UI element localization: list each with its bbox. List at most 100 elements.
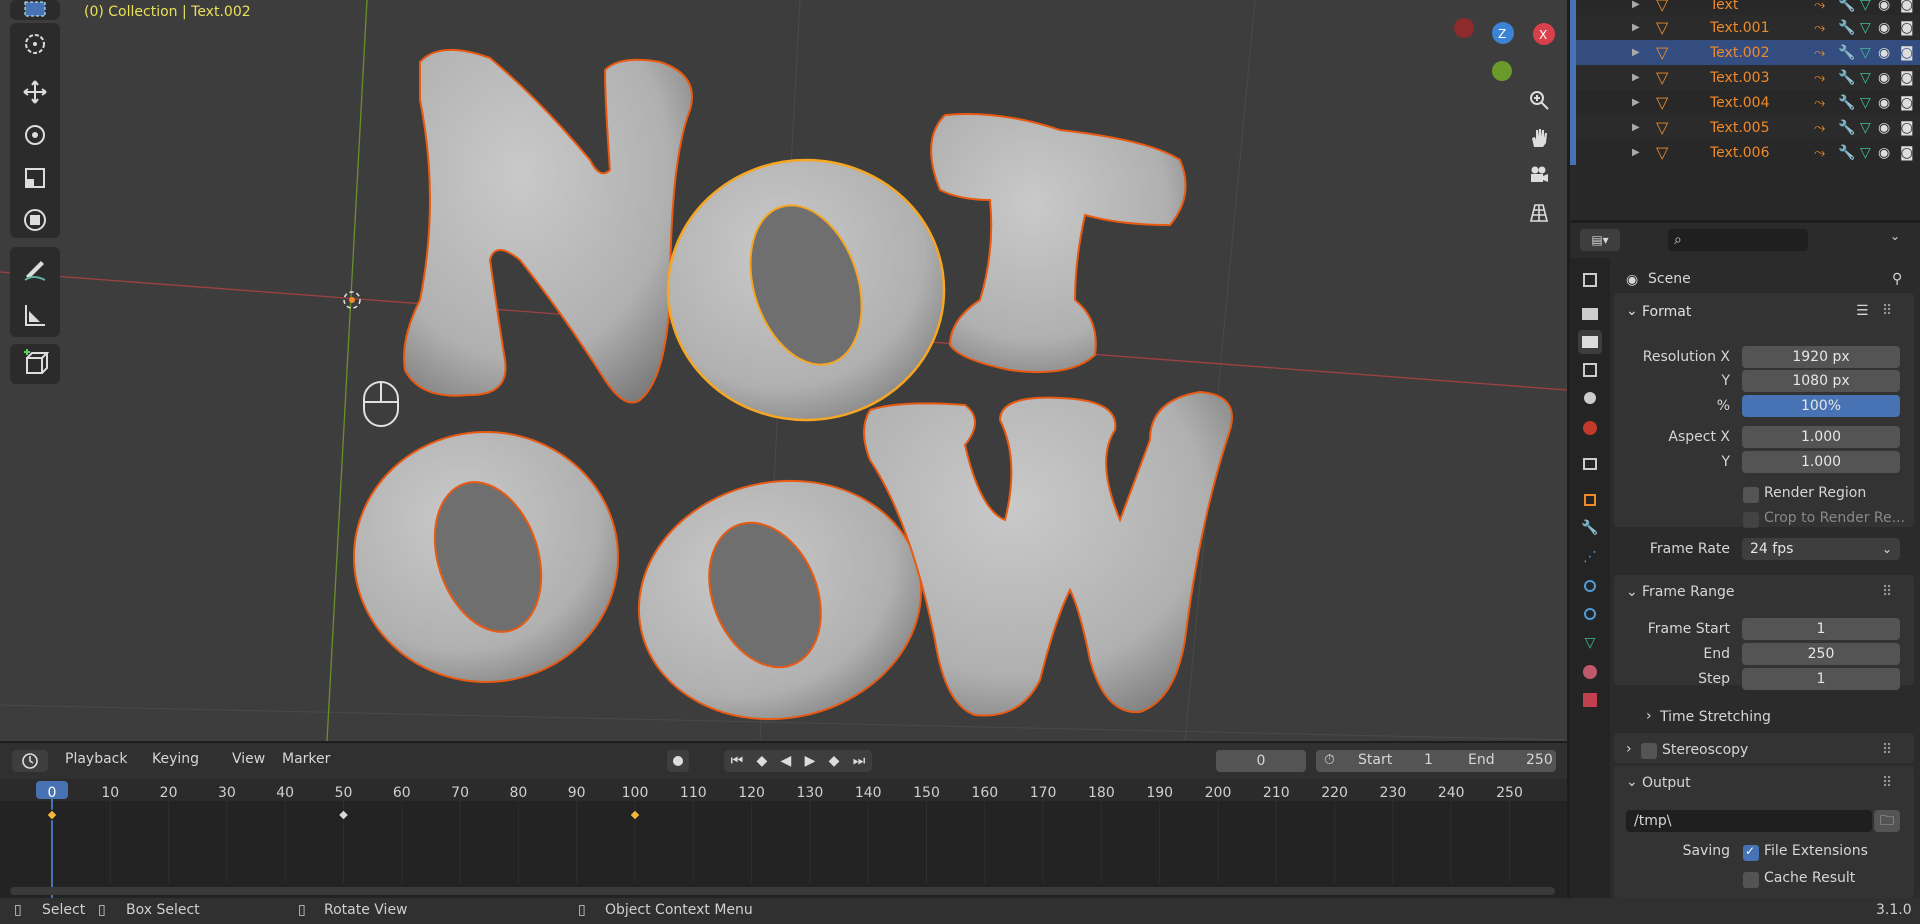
resolution-y-field[interactable]: 1080 px [1742,370,1900,392]
cache-result-checkbox[interactable] [1743,872,1759,888]
drag-handle-icon[interactable]: ⠿ [1882,584,1892,600]
constraints-tab-icon[interactable] [1578,602,1602,626]
menu-keying[interactable]: Keying [152,751,199,767]
expand-arrow-icon[interactable]: ▶ [1632,147,1640,158]
chevron-down-icon[interactable]: ⌄ [1890,229,1900,243]
expand-arrow-icon[interactable]: ▶ [1632,22,1640,33]
format-panel-title[interactable]: Format [1642,304,1691,320]
record-button[interactable] [667,750,689,772]
outliner-row[interactable]: ▶ ▽ Text.006 ⤳ 🔧 ▽ ◉ ◙ [1570,140,1920,165]
data-tab-icon[interactable]: ▽ [1578,631,1602,655]
jump-end-icon[interactable]: ⏭ [853,753,866,769]
chevron-down-icon[interactable]: ⌄ [1626,584,1638,600]
drag-handle-icon[interactable]: ⠿ [1882,775,1892,791]
object-tab-icon[interactable] [1578,488,1602,512]
transform-icon[interactable] [12,200,58,240]
expand-arrow-icon[interactable]: ▶ [1632,72,1640,83]
chevron-right-icon[interactable]: › [1626,741,1632,757]
cursor-icon[interactable] [12,24,58,64]
play-reverse-icon[interactable]: ◀ [781,753,792,769]
editor-type-button[interactable]: ▤▾ [1580,229,1620,251]
file-extensions-checkbox[interactable]: ✓ [1743,844,1759,861]
render-camera-icon[interactable]: ◙ [1900,120,1914,136]
outliner-item-name[interactable]: Text.004 [1710,95,1770,111]
physics-tab-icon[interactable] [1578,574,1602,598]
drag-handle-icon[interactable]: ⠿ [1882,742,1892,758]
outliner-row[interactable]: ▶ ▽ Text.004 ⤳ 🔧 ▽ ◉ ◙ [1570,90,1920,115]
menu-view[interactable]: View [232,751,265,767]
measure-icon[interactable] [12,295,58,335]
rotate-icon[interactable] [12,115,58,155]
render-camera-icon[interactable]: ◙ [1900,95,1914,111]
frame-step-field[interactable]: 1 [1742,668,1900,690]
render-camera-icon[interactable]: ◙ [1900,20,1914,36]
outliner-item-name[interactable]: Text.003 [1710,70,1770,86]
expand-arrow-icon[interactable]: ▶ [1632,47,1640,58]
keyframe-diamond[interactable] [46,809,58,821]
presets-icon[interactable]: ☰ [1856,303,1869,319]
render-tab-icon[interactable] [1578,302,1602,326]
timeline-editor[interactable]: Playback Keying View Marker ⏮ ◆ ◀ ▶ ◆ ⏭ … [0,743,1567,898]
play-icon[interactable]: ▶ [805,753,816,769]
menu-playback[interactable]: Playback [65,751,127,767]
select-box-icon[interactable] [12,0,58,26]
visibility-eye-icon[interactable]: ◉ [1878,120,1890,136]
stereoscopy-checkbox[interactable] [1641,743,1657,759]
frame-end-field[interactable]: 250 [1742,643,1900,665]
output-title[interactable]: Output [1642,775,1691,791]
frame-range-title[interactable]: Frame Range [1642,584,1734,600]
outliner-row[interactable]: ▶ ▽ Text.001 ⤳ 🔧 ▽ ◉ ◙ [1570,15,1920,40]
move-icon[interactable] [12,72,58,112]
modifier-tab-icon[interactable]: 🔧 [1578,516,1602,540]
expand-arrow-icon[interactable]: ▶ [1632,122,1640,133]
frame-rate-dropdown[interactable]: 24 fps ⌄ [1742,538,1900,560]
crop-checkbox[interactable] [1743,512,1759,528]
visibility-eye-icon[interactable]: ◉ [1878,95,1890,111]
aspect-x-field[interactable]: 1.000 [1742,426,1900,448]
outliner-item-name[interactable]: Text.002 [1710,45,1770,61]
time-stretching-title[interactable]: Time Stretching [1660,709,1771,725]
start-frame-field[interactable]: 1 [1424,752,1433,768]
outliner-item-name[interactable]: Text.005 [1710,120,1770,136]
stopwatch-icon[interactable]: ⏱ [1324,752,1335,768]
stereoscopy-title[interactable]: Stereoscopy [1662,742,1748,758]
chevron-right-icon[interactable]: › [1646,708,1652,724]
viewport-canvas[interactable]: Z X [0,0,1567,741]
output-tab-icon[interactable] [1578,330,1602,354]
search-input[interactable]: ⌕ [1668,229,1808,251]
texture-tab-icon[interactable] [1578,688,1602,712]
visibility-eye-icon[interactable]: ◉ [1878,45,1890,61]
outliner-row[interactable]: ▶ ▽ Text.003 ⤳ 🔧 ▽ ◉ ◙ [1570,65,1920,90]
outliner-item-name[interactable]: Text.006 [1710,145,1770,161]
resolution-percent-field[interactable]: 100% [1742,395,1900,417]
outliner-item-name[interactable]: Text [1710,0,1738,13]
resolution-x-field[interactable]: 1920 px [1742,346,1900,368]
collection-tab-icon[interactable] [1578,452,1602,476]
folder-icon[interactable]: 🗀 [1874,810,1900,832]
pan-hand-icon[interactable] [1522,121,1556,155]
camera-icon[interactable] [1522,158,1556,192]
tool-tab-icon[interactable] [1578,268,1602,292]
visibility-eye-icon[interactable]: ◉ [1878,70,1890,86]
menu-marker[interactable]: Marker [282,751,330,767]
material-tab-icon[interactable] [1578,660,1602,684]
render-region-checkbox[interactable] [1743,487,1759,503]
render-camera-icon[interactable]: ◙ [1900,70,1914,86]
pin-icon[interactable]: ⚲ [1892,271,1902,287]
visibility-eye-icon[interactable]: ◉ [1878,145,1890,161]
chevron-down-icon[interactable]: ⌄ [1626,774,1638,790]
zoom-icon[interactable] [1522,83,1556,117]
3d-viewport[interactable]: Z X (0) Collection | Text.002 [0,0,1567,741]
perspective-grid-icon[interactable] [1522,196,1556,230]
visibility-eye-icon[interactable]: ◉ [1878,20,1890,36]
scene-tab-icon[interactable] [1578,386,1602,410]
render-camera-icon[interactable]: ◙ [1900,45,1914,61]
outliner-item-name[interactable]: Text.001 [1710,20,1770,36]
keyframe-diamond[interactable] [629,809,641,821]
world-tab-icon[interactable] [1578,416,1602,440]
add-cube-icon[interactable] [12,343,58,383]
visibility-eye-icon[interactable]: ◉ [1878,0,1890,13]
editor-type-button[interactable] [12,750,48,772]
particles-tab-icon[interactable]: ⋰ [1578,545,1602,569]
output-path-field[interactable]: /tmp\ [1626,810,1872,832]
